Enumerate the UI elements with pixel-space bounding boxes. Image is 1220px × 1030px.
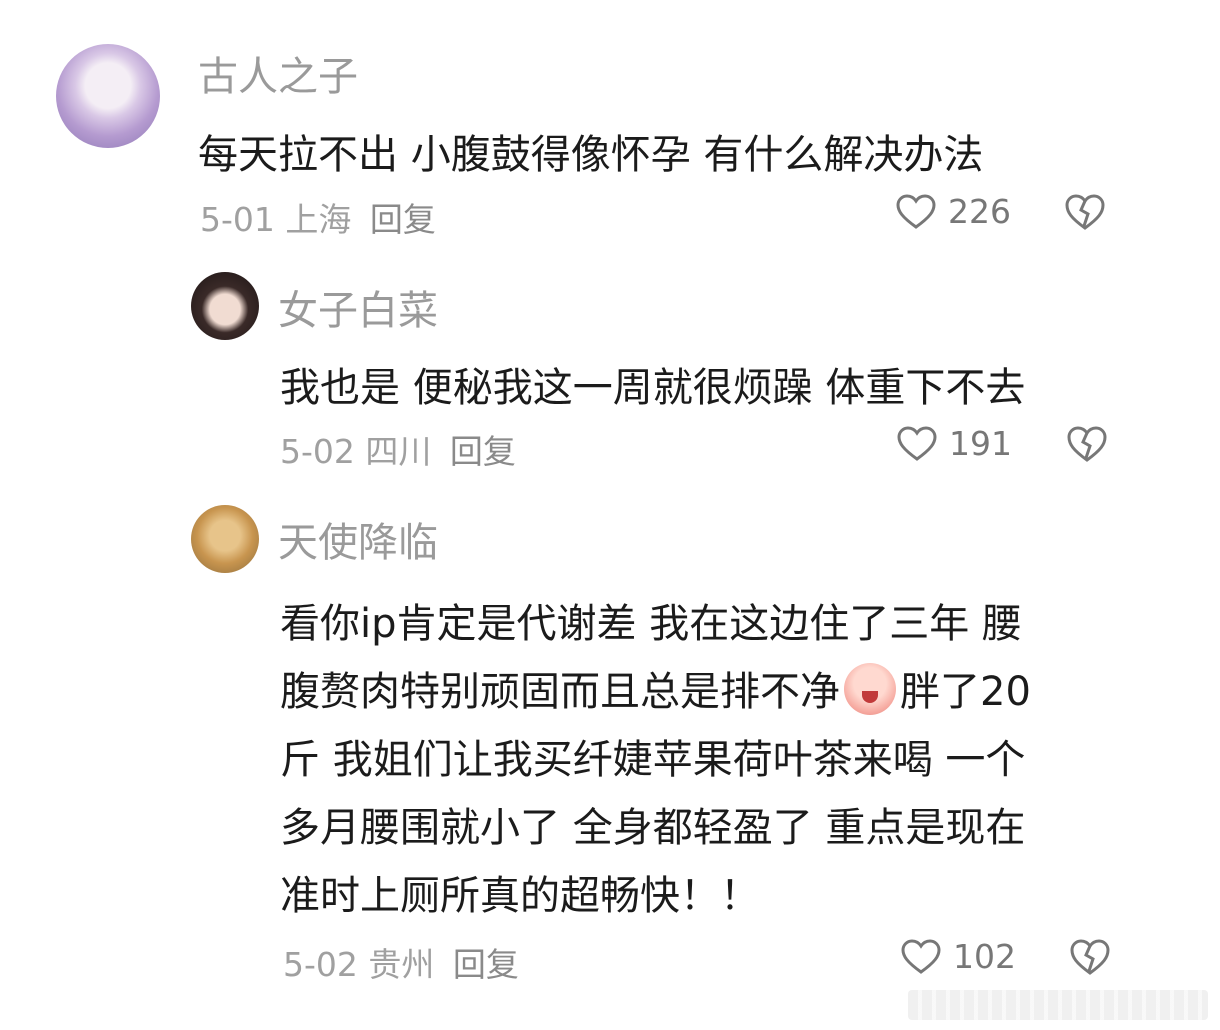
broken-heart-icon[interactable] <box>1069 938 1111 976</box>
comment-location: 四川 <box>365 432 432 471</box>
comment-text-segment: 胖了20 <box>900 669 1031 715</box>
comment-text-line: 多月腰围就小了 全身都轻盈了 重点是现在 <box>280 805 1026 851</box>
crying-face-emoji-icon <box>844 663 896 715</box>
comment-meta: 5-02 贵州 回复 <box>283 938 519 986</box>
comment-text-line: 看你ip肯定是代谢差 我在这边住了三年 腰 <box>280 601 1022 647</box>
reply-button[interactable]: 回复 <box>370 200 436 239</box>
avatar[interactable] <box>191 505 259 573</box>
comment-text-line: 腹赘肉特别顽固而且总是排不净 胖了20 <box>280 658 1130 726</box>
like-button[interactable]: 191 <box>897 424 1012 463</box>
comment-username[interactable]: 女子白菜 <box>278 278 438 336</box>
broken-heart-icon[interactable] <box>1064 193 1106 231</box>
reply-button[interactable]: 回复 <box>450 432 516 471</box>
comment-text-segment: 腹赘肉特别顽固而且总是排不净 <box>280 669 840 715</box>
comment-location: 上海 <box>285 200 352 239</box>
comment-meta: 5-01 上海 回复 <box>200 193 436 241</box>
heart-outline-icon <box>901 938 941 974</box>
reply-button[interactable]: 回复 <box>453 945 519 984</box>
like-button[interactable]: 226 <box>896 192 1011 231</box>
like-count: 102 <box>953 937 1016 976</box>
comment-meta: 5-02 四川 回复 <box>280 425 516 473</box>
comment-date: 5-02 <box>283 945 358 984</box>
heart-outline-icon <box>897 425 937 461</box>
comment-location: 贵州 <box>368 945 435 984</box>
comment-username[interactable]: 古人之子 <box>198 44 358 102</box>
like-count: 191 <box>949 424 1012 463</box>
avatar[interactable] <box>56 44 160 148</box>
comment-text-line: 准时上厕所真的超畅快！！ <box>280 873 760 919</box>
comment-text-line: 斤 我姐们让我买纤婕苹果荷叶茶来喝 一个 <box>280 737 1026 783</box>
comment-text: 我也是 便秘我这一周就很烦躁 体重下不去 <box>280 365 1026 411</box>
avatar[interactable] <box>191 272 259 340</box>
comment-username[interactable]: 天使降临 <box>278 510 438 568</box>
like-button[interactable]: 102 <box>901 937 1016 976</box>
watermark <box>908 990 1208 1020</box>
heart-outline-icon <box>896 193 936 229</box>
like-count: 226 <box>948 192 1011 231</box>
broken-heart-icon[interactable] <box>1066 425 1108 463</box>
comment-text: 看你ip肯定是代谢差 我在这边住了三年 腰 腹赘肉特别顽固而且总是排不净 胖了20… <box>280 590 1130 930</box>
comment-text: 每天拉不出 小腹鼓得像怀孕 有什么解决办法 <box>198 132 984 178</box>
comment-date: 5-01 <box>200 200 275 239</box>
comment-date: 5-02 <box>280 432 355 471</box>
